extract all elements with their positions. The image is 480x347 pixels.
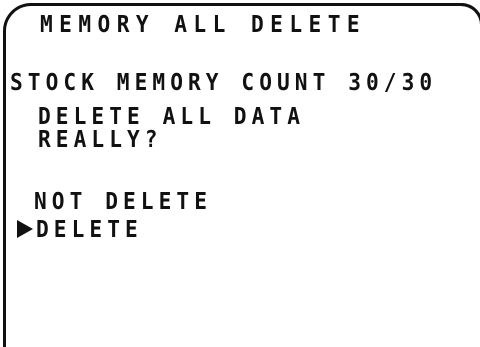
confirm-prompt-line1: DELETE ALL DATA xyxy=(38,104,306,130)
lcd-screen: MEMORY ALL DELETE STOCK MEMORY COUNT 30/… xyxy=(3,3,480,347)
option-delete[interactable]: DELETE xyxy=(36,219,143,242)
stock-memory-row: STOCK MEMORY COUNT 30/30 xyxy=(10,72,437,95)
option-not-delete[interactable]: NOT DELETE xyxy=(34,191,212,214)
stock-memory-count: 30/30 xyxy=(348,70,438,96)
confirm-prompt-line2: REALLY? xyxy=(38,127,163,153)
stock-memory-label: STOCK MEMORY COUNT xyxy=(10,70,331,96)
triangle-right-icon xyxy=(17,220,33,238)
screen-title: MEMORY ALL DELETE xyxy=(40,12,367,38)
